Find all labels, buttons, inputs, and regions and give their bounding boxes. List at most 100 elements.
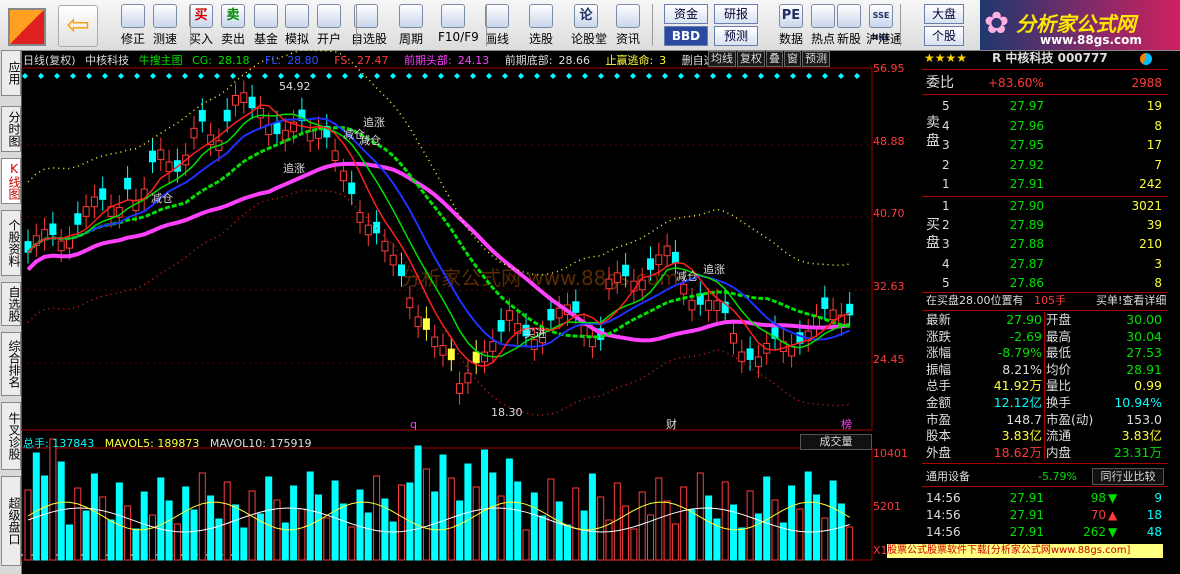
candle-body (680, 283, 688, 295)
buy-row[interactable]: 4 27.87 3 (922, 256, 1168, 272)
order-detail-link[interactable]: 买单!查看详细 (1096, 292, 1166, 309)
chart-button-3[interactable]: 窗 (784, 51, 801, 67)
brand-banner[interactable]: ✿ 分析家公式网 www.88gs.com (980, 0, 1180, 50)
tick-count: 9 (1154, 491, 1162, 505)
left-tab-2[interactable]: K线图 (1, 158, 21, 204)
top-diamond-marker (822, 73, 828, 79)
level: 5 (942, 99, 950, 113)
bbd-button[interactable]: BBD (664, 26, 708, 46)
period-label[interactable]: 日线(复权) (23, 54, 76, 67)
volume-bar (99, 496, 107, 561)
left-tab-6[interactable]: 牛叉诊股 (1, 402, 21, 470)
buy-row[interactable]: 3 27.88 210 (922, 236, 1168, 252)
toolbar-button-6[interactable]: 开户 (314, 2, 344, 48)
stat-value: 3.83亿 (1001, 428, 1042, 444)
left-tab-0[interactable]: 应用 (1, 50, 21, 96)
volume-bar (82, 510, 90, 561)
y-label: 56.95 (873, 62, 905, 75)
stat-key: 最新 (926, 312, 952, 327)
candle-body (738, 351, 746, 363)
volume-selector[interactable]: 成交量 (800, 434, 872, 450)
candle-body (613, 272, 621, 283)
chart-button-2[interactable]: 叠 (766, 51, 783, 67)
level: 2 (942, 218, 950, 233)
sell-row[interactable]: 4 27.96 8 (922, 118, 1168, 134)
toolbar-button-0[interactable]: 修正 (118, 2, 148, 48)
stat-value: -8.79% (997, 345, 1042, 361)
toolbar-button-9[interactable]: F10/F9 (438, 2, 479, 48)
stat-value: 27.90 (1006, 312, 1042, 327)
buy-row[interactable]: 5 27.86 8 (922, 275, 1168, 291)
toolbar-button-16[interactable]: 新股 (834, 2, 864, 48)
mavol10: MAVOL10: 175919 (209, 437, 312, 450)
left-tab-4[interactable]: 自选股 (1, 282, 21, 326)
yanbao-button[interactable]: 研报 (714, 4, 758, 24)
toolbar-button-14[interactable]: PE 数据 (776, 2, 806, 48)
sell-row[interactable]: 3 27.95 17 (922, 137, 1168, 153)
yuce-button[interactable]: 预测 (714, 26, 758, 46)
volume: 8 (1154, 118, 1162, 133)
top-diamond-marker (438, 73, 444, 79)
stat-key: 最高 (1046, 328, 1072, 344)
sell-row[interactable]: 5 27.97 19 (922, 98, 1168, 114)
candle-body (671, 251, 679, 264)
buy-row[interactable]: 1 27.90 3021 (922, 198, 1168, 214)
chart-button-1[interactable]: 复权 (737, 51, 765, 67)
toolbar-button-11[interactable]: 选股 (526, 2, 556, 48)
arrow-down-icon: ▼ (1108, 491, 1118, 505)
sell-row[interactable]: 1 27.91 242 (922, 176, 1168, 192)
qqtb-value: 前期头部: 24.13 (404, 54, 490, 67)
arrow-up-icon: ▲ (1108, 508, 1118, 522)
zijin-dropdown[interactable]: 资金 (664, 4, 708, 24)
toolbar-button-4[interactable]: 基金 (251, 2, 281, 48)
left-tab-3[interactable]: 个股资料 (1, 210, 21, 276)
candle-body (381, 240, 389, 252)
fs-value: FS: 27.47 (334, 54, 389, 67)
sell-row[interactable]: 2 27.92 7 (922, 157, 1168, 173)
volume-bar (157, 477, 165, 561)
volume-bar (265, 476, 273, 561)
volume-bar (422, 468, 430, 561)
volume-bar (74, 487, 82, 561)
toolbar-button-13[interactable]: 资讯 (613, 2, 643, 48)
rating-stars: ★★★★ (924, 51, 968, 65)
volume-bar (132, 528, 140, 561)
top-diamond-marker (502, 73, 508, 79)
candle-body (489, 341, 497, 352)
left-tab-5[interactable]: 综合排名 (1, 332, 21, 396)
candle-body (547, 308, 555, 321)
left-tab-1[interactable]: 分时图 (1, 106, 21, 152)
buy-row[interactable]: 2 27.89 39 (922, 217, 1168, 233)
chart-button-0[interactable]: 均线 (708, 51, 736, 67)
tick-time: 14:56 (926, 525, 961, 539)
industry-name[interactable]: 通用设备 (926, 468, 970, 485)
volume-info-bar: 总手: 137843 MAVOL5: 189873 MAVOL10: 17591… (23, 435, 873, 450)
gegu-button[interactable]: 个股 (924, 26, 964, 46)
toolbar-button-8[interactable]: 周期 (396, 2, 426, 48)
chart-button-4[interactable]: 预测 (802, 51, 830, 67)
toolbar-button-17[interactable]: SSE HKE 沪港通 (866, 2, 902, 48)
toolbar-button-label: 数据 (778, 32, 803, 46)
candle-body (124, 177, 132, 190)
industry-compare-button[interactable]: 同行业比较 (1092, 468, 1164, 485)
toolbar-button-1[interactable]: 测速 (150, 2, 180, 48)
indicator-name[interactable]: 牛搜主图 (139, 54, 183, 67)
dapan-dropdown[interactable]: 大盘 (924, 4, 964, 24)
kline-chart[interactable]: 分析家公式网 www.88gs.com54.9218.30减仓追涨减仓追涨减仓买… (21, 50, 921, 568)
cg-value: CG: 28.18 (192, 54, 250, 67)
toolbar-button-3[interactable]: 卖卖出 (218, 2, 248, 48)
app-logo-icon (8, 8, 46, 46)
top-diamond-marker (710, 73, 716, 79)
toolbar-button-12[interactable]: 论论股堂 (571, 2, 607, 48)
left-tab-7[interactable]: 超级盘口 (1, 476, 21, 566)
top-diamond-marker (806, 73, 812, 79)
stat-key: 市盈 (926, 411, 952, 427)
candle-body (655, 254, 663, 266)
toolbar-button-5[interactable]: 模拟 (282, 2, 312, 48)
stat-value: 12.12亿 (993, 395, 1042, 410)
volume-bar (290, 485, 298, 561)
vol-y-label: 5201 (873, 500, 901, 513)
back-button[interactable]: ⇦ (58, 5, 98, 47)
volume-bar (588, 473, 596, 561)
stat-value: 30.04 (1126, 328, 1162, 344)
